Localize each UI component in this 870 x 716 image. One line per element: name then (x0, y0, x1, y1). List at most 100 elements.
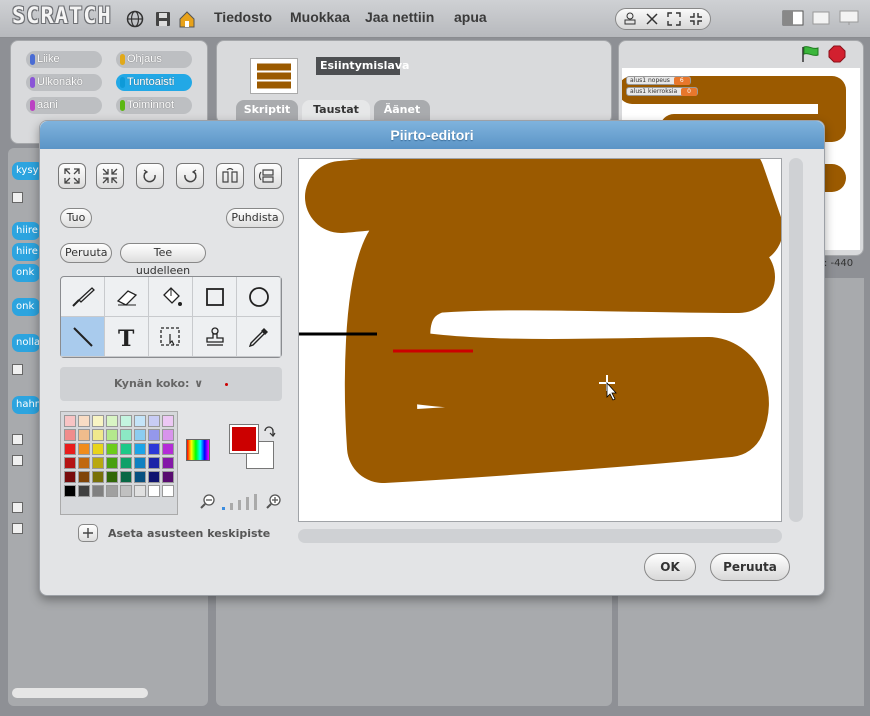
block-mouse-x[interactable]: hiire (12, 222, 40, 240)
color-swatch[interactable] (162, 457, 174, 469)
cancel-button[interactable]: Peruuta (710, 553, 790, 581)
zoom-in-icon[interactable] (266, 493, 282, 512)
tab-scripts[interactable]: Skriptit (236, 100, 298, 120)
block-touching[interactable]: onk (12, 264, 40, 282)
color-swatch[interactable] (92, 429, 104, 441)
stamp-icon[interactable] (622, 11, 638, 27)
block-touching-color[interactable]: onk (12, 298, 40, 316)
select-tool[interactable] (149, 317, 193, 357)
tab-sounds[interactable]: Äänet (374, 100, 430, 120)
color-swatch[interactable] (92, 443, 104, 455)
color-swatch[interactable] (134, 429, 146, 441)
scissors-icon[interactable] (644, 11, 660, 27)
text-tool[interactable]: T (105, 317, 149, 357)
block-loudness[interactable]: hahm (12, 396, 45, 414)
ellipse-tool[interactable] (237, 277, 281, 317)
flip-horizontal-button[interactable] (216, 163, 244, 189)
rectangle-tool[interactable] (193, 277, 237, 317)
clear-button[interactable]: Puhdista (226, 208, 284, 228)
menu-help[interactable]: apua (454, 9, 487, 25)
checkbox[interactable] (12, 364, 23, 375)
color-swatch[interactable] (106, 457, 118, 469)
flip-vertical-button[interactable] (254, 163, 282, 189)
small-stage-icon[interactable] (810, 10, 832, 26)
color-swatch[interactable] (120, 415, 132, 427)
tab-costumes[interactable]: Taustat (302, 100, 370, 120)
undo-button[interactable]: Peruuta (60, 243, 112, 263)
color-swatch[interactable] (134, 415, 146, 427)
color-swatch[interactable] (64, 471, 76, 483)
color-swatch[interactable] (106, 429, 118, 441)
color-swatch[interactable] (78, 429, 90, 441)
globe-icon[interactable] (125, 9, 145, 29)
save-icon[interactable] (153, 9, 173, 29)
category-sensing[interactable]: Tuntoaisti (116, 74, 192, 91)
color-swatch[interactable] (78, 471, 90, 483)
swap-colors-icon[interactable] (262, 425, 276, 442)
checkbox[interactable] (12, 523, 23, 534)
category-operators[interactable]: Toiminnot (116, 97, 192, 114)
color-swatch[interactable] (148, 457, 160, 469)
color-swatch[interactable] (92, 415, 104, 427)
green-flag-icon[interactable] (800, 45, 820, 66)
checkbox[interactable] (12, 502, 23, 513)
color-swatch[interactable] (64, 429, 76, 441)
color-swatch[interactable] (134, 485, 146, 497)
color-swatch[interactable] (162, 443, 174, 455)
color-swatch[interactable] (92, 457, 104, 469)
color-swatch[interactable] (64, 443, 76, 455)
color-swatch[interactable] (134, 457, 146, 469)
menu-file[interactable]: Tiedosto (214, 9, 272, 25)
canvas-horizontal-scrollbar[interactable] (298, 529, 782, 543)
menu-edit[interactable]: Muokkaa (290, 9, 350, 25)
color-swatch[interactable] (162, 429, 174, 441)
import-button[interactable]: Tuo (60, 208, 92, 228)
sprite-name-field[interactable]: Esiintymislava (316, 57, 409, 75)
category-sound[interactable]: ääni (26, 97, 102, 114)
eraser-tool[interactable] (105, 277, 149, 317)
color-swatch[interactable] (78, 485, 90, 497)
line-tool[interactable] (61, 317, 105, 357)
color-swatch[interactable] (134, 443, 146, 455)
block-reset-timer[interactable]: nolla (12, 334, 40, 352)
presentation-icon[interactable] (838, 10, 860, 26)
menu-share[interactable]: Jaa nettiin (365, 9, 434, 25)
color-swatch[interactable] (162, 415, 174, 427)
zoom-out-icon[interactable] (200, 493, 216, 512)
color-swatch[interactable] (78, 443, 90, 455)
stamp-tool[interactable] (193, 317, 237, 357)
checkbox[interactable] (12, 455, 23, 466)
shrink-icon[interactable] (688, 11, 704, 27)
palette-scrollbar[interactable] (12, 688, 148, 698)
share-icon[interactable] (178, 9, 198, 29)
color-swatch[interactable] (120, 485, 132, 497)
checkbox[interactable] (12, 192, 23, 203)
block-mouse-y[interactable]: hiire (12, 243, 40, 261)
color-swatch[interactable] (148, 485, 160, 497)
pen-size-selector[interactable]: Kynän koko: ∨ (60, 367, 282, 401)
color-swatch[interactable] (148, 471, 160, 483)
color-swatch[interactable] (106, 415, 118, 427)
rotate-right-button[interactable] (176, 163, 204, 189)
normal-view-icon[interactable] (782, 10, 804, 26)
color-swatch[interactable] (92, 485, 104, 497)
chevron-down-icon[interactable]: ∨ (194, 377, 203, 390)
color-swatch[interactable] (148, 443, 160, 455)
canvas-vertical-scrollbar[interactable] (789, 158, 803, 522)
color-swatch[interactable] (92, 471, 104, 483)
color-swatch[interactable] (78, 457, 90, 469)
color-swatch[interactable] (120, 471, 132, 483)
foreground-color-swatch[interactable] (229, 424, 259, 454)
grow-icon[interactable] (666, 11, 682, 27)
color-swatch[interactable] (148, 429, 160, 441)
eyedropper-tool[interactable] (237, 317, 281, 357)
color-swatch[interactable] (120, 443, 132, 455)
color-swatch[interactable] (120, 429, 132, 441)
color-swatch[interactable] (162, 471, 174, 483)
rotate-left-button[interactable] (136, 163, 164, 189)
color-swatch[interactable] (134, 471, 146, 483)
color-swatch[interactable] (64, 485, 76, 497)
ok-button[interactable]: OK (644, 553, 696, 581)
color-swatch[interactable] (106, 485, 118, 497)
fill-tool[interactable] (149, 277, 193, 317)
